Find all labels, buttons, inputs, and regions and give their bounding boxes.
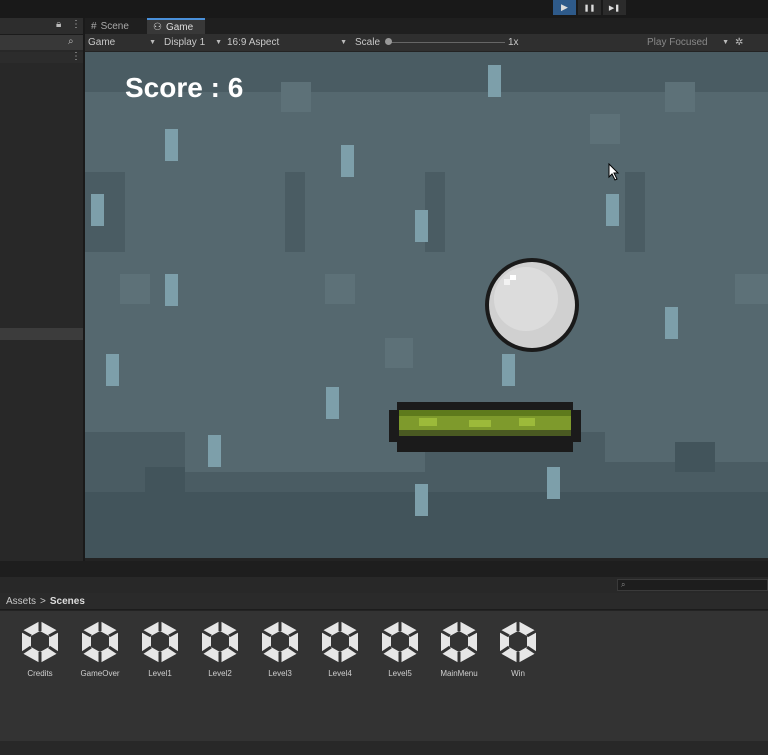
asset-label: Level5 — [388, 669, 412, 678]
asset-label: Credits — [27, 669, 53, 678]
scene-asset-win[interactable]: Win — [488, 619, 548, 678]
paddle-sprite — [389, 402, 581, 452]
asset-label: Level2 — [208, 669, 232, 678]
unity-scene-icon — [260, 619, 300, 665]
scale-value: 1x — [508, 37, 519, 48]
panel-separator — [0, 561, 768, 577]
hierarchy-header: 🔒︎ ⋮ — [0, 18, 83, 35]
asset-label: Win — [511, 669, 525, 678]
asset-label: Level1 — [148, 669, 172, 678]
raindrop — [91, 194, 104, 226]
gamepad-icon: ⚇ — [153, 21, 162, 33]
tab-game[interactable]: ⚇ Game — [147, 18, 205, 34]
raindrop — [165, 129, 178, 161]
game-view-viewport[interactable]: Score : 6 — [85, 52, 768, 558]
scene-asset-level4[interactable]: Level4 — [310, 619, 370, 678]
grid-icon: # — [91, 20, 97, 32]
raindrop — [606, 194, 619, 226]
raindrop — [547, 467, 560, 499]
game-mode-dropdown[interactable]: Game ▼ — [88, 34, 156, 51]
aspect-label: 16:9 Aspect — [227, 37, 280, 48]
raindrop — [341, 145, 354, 177]
display-label: Display 1 — [164, 37, 206, 48]
play-focused-label: Play Focused — [647, 37, 708, 48]
hierarchy-panel: 🔒︎ ⋮ ⌕ ⋮ — [0, 18, 85, 561]
more-options-icon[interactable]: ⋮ — [71, 51, 81, 62]
raindrop — [488, 65, 501, 97]
search-icon: ⌕ — [68, 36, 74, 47]
scene-asset-level5[interactable]: Level5 — [370, 619, 430, 678]
asset-label: MainMenu — [440, 669, 478, 678]
raindrop — [326, 387, 339, 419]
hierarchy-selected-row[interactable] — [0, 328, 83, 340]
view-tab-strip: # Scene ⚇ Game — [85, 18, 768, 34]
scene-asset-level2[interactable]: Level2 — [190, 619, 250, 678]
scene-asset-credits[interactable]: Credits — [10, 619, 70, 678]
project-search-input[interactable]: ⌕ — [617, 579, 768, 591]
scene-asset-level3[interactable]: Level3 — [250, 619, 310, 678]
unity-scene-icon — [200, 619, 240, 665]
game-background — [85, 82, 768, 558]
chevron-down-icon: ▼ — [149, 39, 156, 46]
unity-scene-icon — [439, 619, 479, 665]
asset-label: Level3 — [268, 669, 292, 678]
unity-scene-icon — [80, 619, 120, 665]
raindrop — [106, 354, 119, 386]
scale-slider-handle[interactable] — [385, 38, 392, 45]
lock-icon[interactable]: 🔒︎ — [56, 19, 61, 30]
play-button[interactable]: ▶ — [553, 0, 576, 15]
step-button[interactable]: ▶❚ — [603, 0, 626, 15]
play-icon: ▶ — [561, 2, 568, 12]
ball-sprite — [485, 258, 579, 352]
scene-asset-level1[interactable]: Level1 — [130, 619, 190, 678]
asset-label: GameOver — [80, 669, 120, 678]
raindrop — [208, 435, 221, 467]
top-toolbar: ▶ ❚❚ ▶❚ — [0, 0, 768, 18]
aspect-dropdown[interactable]: 16:9 Aspect ▼ — [227, 34, 347, 51]
pause-icon: ❚❚ — [583, 4, 596, 12]
chevron-down-icon: ▼ — [215, 39, 222, 46]
game-mode-label: Game — [88, 37, 116, 48]
play-focused-dropdown[interactable]: Play Focused ▼ — [647, 34, 729, 51]
raindrop — [665, 307, 678, 339]
more-options-icon[interactable]: ⋮ — [71, 19, 81, 30]
scene-asset-gameover[interactable]: GameOver — [70, 619, 130, 678]
display-dropdown[interactable]: Display 1 ▼ — [164, 34, 222, 51]
tab-game-label: Game — [165, 21, 194, 33]
chevron-down-icon: ▼ — [722, 39, 729, 46]
breadcrumb-scenes[interactable]: Scenes — [50, 596, 85, 607]
breadcrumb: Assets > Scenes — [0, 593, 768, 610]
mouse-cursor-icon — [608, 163, 620, 181]
raindrop — [502, 354, 515, 386]
scale-slider-track[interactable] — [389, 42, 505, 43]
asset-grid: Credits GameOver Level1 Level2 Level3 Le… — [0, 611, 768, 741]
breadcrumb-assets[interactable]: Assets — [6, 596, 36, 607]
raindrop — [165, 274, 178, 306]
chevron-down-icon: ▼ — [340, 39, 347, 46]
step-icon: ▶❚ — [608, 4, 621, 12]
unity-scene-icon — [380, 619, 420, 665]
hierarchy-search-input[interactable]: ⌕ — [0, 35, 83, 50]
asset-label: Level4 — [328, 669, 352, 678]
scene-asset-mainmenu[interactable]: MainMenu — [429, 619, 489, 678]
score-text: Score : 6 — [125, 72, 244, 103]
unity-scene-icon — [20, 619, 60, 665]
scale-label: Scale — [355, 37, 381, 48]
status-bar — [0, 741, 768, 755]
tab-scene[interactable]: # Scene — [85, 18, 145, 34]
tab-scene-label: Scene — [100, 20, 129, 32]
bug-icon[interactable]: ✲ — [735, 34, 749, 51]
raindrop — [415, 484, 428, 516]
unity-scene-icon — [140, 619, 180, 665]
raindrop — [415, 210, 428, 242]
unity-scene-icon — [320, 619, 360, 665]
game-view-toolbar: Game ▼ Display 1 ▼ 16:9 Aspect ▼ Scale 1… — [85, 34, 768, 51]
breadcrumb-separator: > — [40, 595, 46, 607]
hierarchy-scene-row[interactable]: ⋮ — [0, 51, 83, 63]
unity-scene-icon — [498, 619, 538, 665]
search-icon: ⌕ — [621, 580, 626, 589]
pause-button[interactable]: ❚❚ — [578, 0, 601, 15]
